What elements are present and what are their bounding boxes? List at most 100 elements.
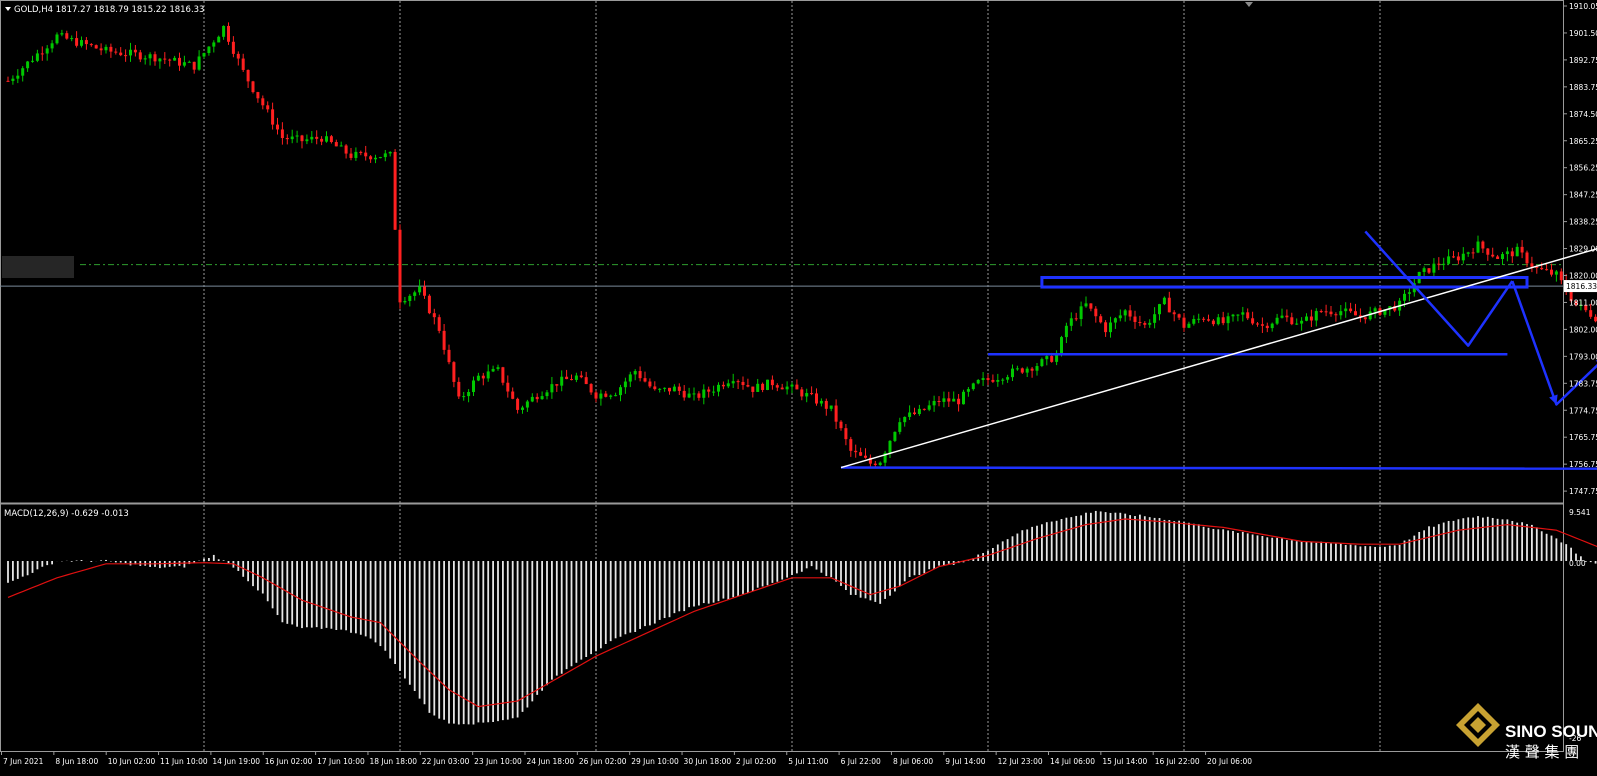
candle-body: [266, 105, 269, 109]
candle-body: [737, 381, 740, 382]
candle-body: [560, 377, 563, 386]
time-tick-label: 11 Jun 10:00: [160, 757, 208, 766]
scroll-marker-icon[interactable]: [1245, 2, 1253, 7]
candle-body: [462, 396, 465, 397]
candle-body: [281, 129, 284, 138]
candle-body: [1031, 369, 1034, 371]
candle-body: [815, 393, 818, 403]
candle-body: [1021, 368, 1024, 372]
candle-body: [893, 432, 896, 441]
candle-body: [1545, 269, 1548, 270]
candle-body: [1344, 309, 1347, 312]
candle-body: [1222, 317, 1225, 323]
trading-chart[interactable]: 1910.051901.501892.751883.751874.501865.…: [0, 0, 1597, 772]
candle-body: [271, 109, 274, 124]
candle-body: [443, 331, 446, 350]
candle-body: [301, 135, 304, 141]
candle-body: [472, 380, 475, 392]
candle-body: [722, 385, 725, 386]
candle-body: [1246, 312, 1249, 318]
candle-body: [1408, 292, 1411, 294]
drawings[interactable]: [841, 217, 1597, 474]
candle-body: [41, 53, 44, 54]
candle-body: [693, 393, 696, 394]
candle-body: [756, 384, 759, 392]
candle-body: [1349, 309, 1352, 312]
candle-body: [1217, 317, 1220, 324]
candle-body: [114, 52, 117, 53]
logo: SINO SOUND 漢 聲 集 團: [1456, 703, 1597, 761]
candle-body: [1462, 254, 1465, 261]
candle-body: [604, 394, 607, 397]
candle-body: [1339, 311, 1342, 315]
candle-body: [51, 43, 54, 48]
candle-body: [1163, 298, 1166, 304]
candle-body: [95, 45, 98, 48]
time-tick-label: 16 Jun 02:00: [265, 757, 313, 766]
candle-body: [1251, 318, 1254, 323]
candle-body: [1589, 310, 1592, 317]
candle-body: [16, 76, 19, 79]
current-price-label: 1816.33: [1566, 282, 1597, 291]
time-tick-label: 10 Jun 02:00: [108, 757, 156, 766]
candle-body: [237, 54, 240, 59]
candle-body: [252, 81, 255, 92]
price-tick-label: 1765.75: [1569, 433, 1597, 442]
candle-body: [1511, 251, 1514, 256]
price-tick-label: 1856.25: [1569, 164, 1597, 173]
candle-body: [31, 61, 34, 62]
time-tick-label: 15 Jul 14:00: [1102, 757, 1147, 766]
candle-body: [374, 158, 377, 159]
candle-body: [751, 387, 754, 392]
candle-body: [163, 59, 166, 60]
candle-body: [786, 387, 789, 390]
candle-body: [536, 397, 539, 399]
candle-body: [1457, 256, 1460, 260]
candle-body: [1285, 316, 1288, 318]
candle-body: [340, 145, 343, 146]
candle-body: [1452, 256, 1455, 257]
candle-body: [1065, 326, 1068, 337]
price-tick-label: 1802.00: [1569, 325, 1597, 334]
candle-body: [702, 389, 705, 397]
candle-body: [60, 33, 63, 34]
candle-body: [889, 441, 892, 453]
candle-body: [158, 59, 161, 62]
candle-body: [712, 392, 715, 393]
candle-body: [967, 389, 970, 392]
candle-body: [781, 388, 784, 390]
candle-body: [1374, 308, 1377, 311]
symbol-dropdown-icon[interactable]: [5, 7, 11, 11]
candle-body: [1192, 319, 1195, 324]
candle-body: [291, 137, 294, 140]
chart-canvas[interactable]: 1910.051901.501892.751883.751874.501865.…: [0, 0, 1597, 772]
candle-body: [359, 152, 362, 153]
candle-body: [1236, 315, 1239, 316]
target-line: [841, 468, 1597, 469]
candle-body: [795, 385, 798, 390]
candle-body: [247, 70, 250, 81]
candle-body: [928, 405, 931, 409]
candle-body: [555, 384, 558, 386]
candle-body: [614, 395, 617, 396]
candle-body: [541, 396, 544, 399]
candle-body: [227, 26, 230, 42]
candle-body: [947, 398, 950, 401]
candle-body: [1129, 310, 1132, 316]
candle-body: [1232, 315, 1235, 317]
price-tick-label: 1829.00: [1569, 245, 1597, 254]
candle-body: [1197, 319, 1200, 320]
candle-body: [1325, 311, 1328, 312]
candle-body: [1320, 311, 1323, 312]
candle-body: [1266, 326, 1269, 328]
candle-body: [800, 389, 803, 396]
candle-body: [217, 37, 220, 43]
candle-body: [482, 376, 485, 379]
time-tick-label: 9 Jul 14:00: [945, 757, 985, 766]
candle-body: [918, 409, 921, 414]
candle-body: [1060, 337, 1063, 355]
candle-body: [1036, 366, 1039, 371]
candle-body: [448, 350, 451, 362]
candle-body: [7, 81, 10, 82]
candle-body: [599, 394, 602, 399]
